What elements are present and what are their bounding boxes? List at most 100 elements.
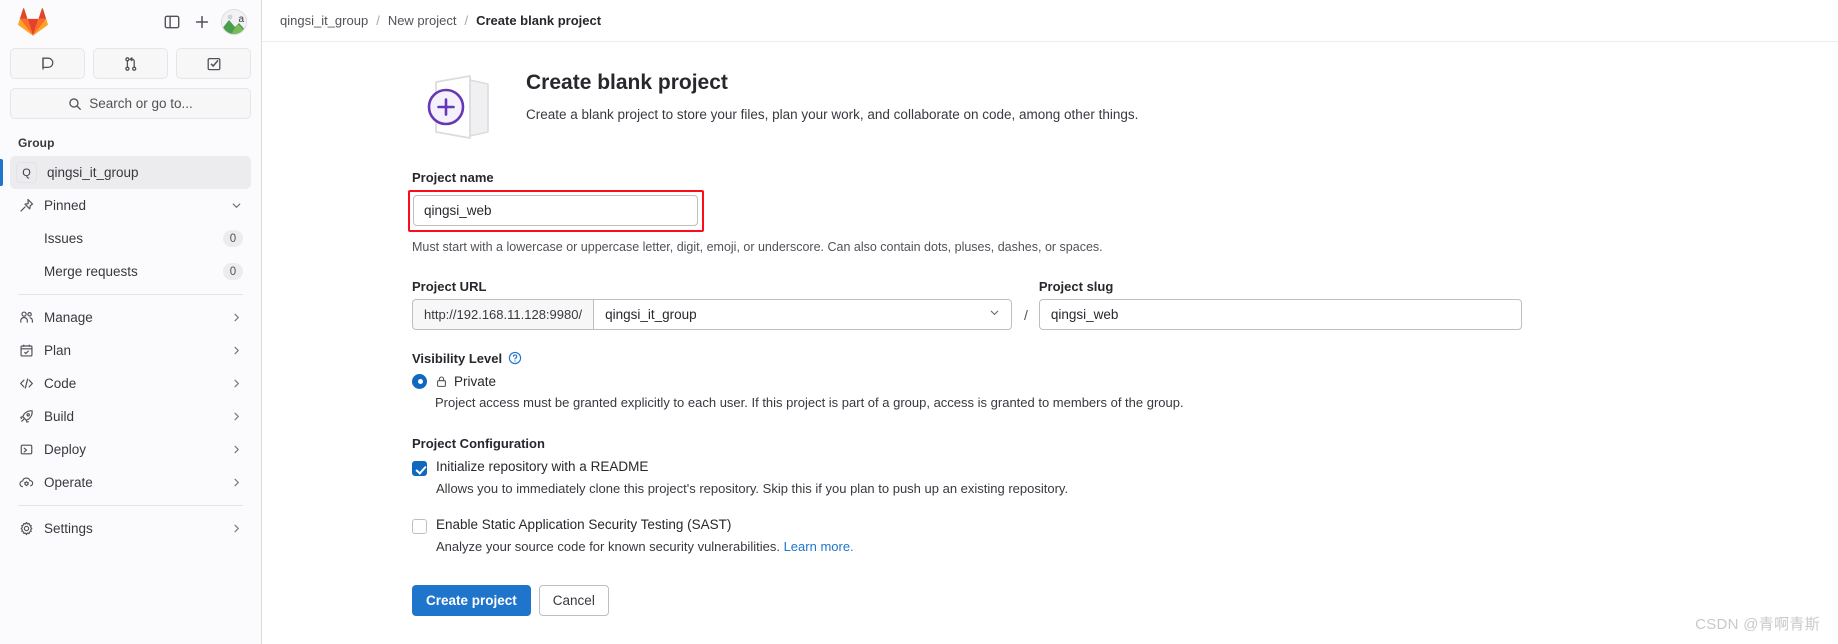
chevron-right-icon <box>230 443 243 456</box>
sidebar-item-plan[interactable]: Plan <box>10 334 251 367</box>
visibility-private-radio[interactable] <box>412 373 427 389</box>
sidebar-item-label: Deploy <box>44 442 87 457</box>
project-name-highlight-box <box>408 190 704 232</box>
primary-sidebar: a Search or go to... Group Q qingsi_it_g… <box>0 0 262 644</box>
search-placeholder: Search or go to... <box>89 96 193 111</box>
sidebar-item-label: Build <box>44 409 75 424</box>
sidebar-item-label: Operate <box>44 475 93 490</box>
project-name-label: Project name <box>412 170 494 185</box>
pin-icon <box>18 198 34 214</box>
sast-label[interactable]: Enable Static Application Security Testi… <box>436 517 731 532</box>
page-header-text: Create blank project Create a blank proj… <box>526 64 1138 125</box>
page-content: Create blank project Create a blank proj… <box>262 42 1838 644</box>
create-project-button[interactable]: Create project <box>412 585 531 617</box>
sast-option-row[interactable]: Enable Static Application Security Testi… <box>412 517 1522 535</box>
sidebar-item-code[interactable]: Code <box>10 367 251 400</box>
rocket-icon <box>18 409 34 425</box>
watermark: CSDN @青啊青斯 <box>1695 616 1820 633</box>
readme-option-row[interactable]: Initialize repository with a README <box>412 459 1522 477</box>
sidebar-item-label: Manage <box>44 310 93 325</box>
sidebar-item-operate[interactable]: Operate <box>10 466 251 499</box>
svg-text:a: a <box>239 14 245 25</box>
sidebar-item-build[interactable]: Build <box>10 400 251 433</box>
project-url-field: Project URL http://192.168.11.128:9980/ … <box>412 279 1012 330</box>
visibility-private-row[interactable]: Private <box>412 373 1522 389</box>
sast-learn-more-link[interactable]: Learn more. <box>784 539 854 554</box>
sidebar-item-label: Merge requests <box>44 264 138 279</box>
project-url-row: Project URL http://192.168.11.128:9980/ … <box>412 279 1522 330</box>
sidebar-item-pinned[interactable]: Pinned <box>10 189 251 222</box>
merge-requests-icon[interactable] <box>93 48 168 79</box>
form-actions: Create project Cancel <box>412 585 1522 617</box>
project-name-input[interactable] <box>413 195 698 226</box>
breadcrumb-separator: / <box>376 13 380 28</box>
sidebar-item-deploy[interactable]: Deploy <box>10 433 251 466</box>
project-slug-label: Project slug <box>1038 278 1114 294</box>
cloud-gear-icon <box>18 475 34 491</box>
visibility-level-text: Visibility Level <box>412 350 503 366</box>
breadcrumb-item-group[interactable]: qingsi_it_group <box>280 13 368 28</box>
sidebar-item-settings[interactable]: Settings <box>10 512 251 545</box>
sidebar-item-merge-requests[interactable]: Merge requests 0 <box>10 255 251 288</box>
project-configuration-block: Project Configuration Initialize reposit… <box>412 436 1522 557</box>
sidebar-item-group[interactable]: Q qingsi_it_group <box>0 156 251 189</box>
url-slug-separator: / <box>1024 306 1028 323</box>
blank-project-illustration-icon <box>427 75 489 139</box>
chevron-right-icon <box>230 410 243 423</box>
sidebar-item-label: qingsi_it_group <box>47 165 139 180</box>
calendar-icon <box>18 343 34 359</box>
project-url-prefix: http://192.168.11.128:9980/ <box>412 298 594 330</box>
project-slug-field: Project slug <box>1038 278 1522 330</box>
toggle-sidebar-icon[interactable] <box>157 7 187 37</box>
chevron-right-icon <box>230 311 243 324</box>
breadcrumb-item-current: Create blank project <box>476 13 602 28</box>
readme-label[interactable]: Initialize repository with a README <box>436 459 648 474</box>
chevron-right-icon <box>230 377 243 390</box>
gitlab-new-project-page: a Search or go to... Group Q qingsi_it_g… <box>0 0 1838 644</box>
sidebar-item-label: Settings <box>44 521 93 536</box>
gear-icon <box>18 521 34 537</box>
page-title: Create blank project <box>526 71 728 94</box>
sidebar-item-manage[interactable]: Manage <box>10 301 251 334</box>
todos-icon[interactable] <box>176 48 251 79</box>
chevron-right-icon <box>230 522 243 535</box>
readme-checkbox[interactable] <box>412 461 427 477</box>
main-content: qingsi_it_group / New project / Create b… <box>262 0 1838 644</box>
sidebar-item-label: Code <box>44 376 77 391</box>
page-subtitle: Create a blank project to store your fil… <box>526 107 1139 123</box>
project-slug-input[interactable] <box>1038 298 1522 330</box>
cancel-button[interactable]: Cancel <box>538 585 609 617</box>
issues-icon[interactable] <box>10 48 85 79</box>
sast-checkbox[interactable] <box>412 519 427 535</box>
project-namespace-value: qingsi_it_group <box>605 306 697 322</box>
sidebar-section-label: Group <box>18 136 55 150</box>
chevron-down-icon <box>230 199 243 212</box>
visibility-private-label[interactable]: Private <box>435 374 496 389</box>
question-circle-icon[interactable] <box>508 351 522 365</box>
chevron-down-icon <box>988 306 1001 322</box>
project-url-label: Project URL <box>412 278 487 294</box>
avatar-image: a <box>222 10 246 34</box>
avatar[interactable]: a <box>221 9 247 35</box>
issues-count-badge: 0 <box>223 230 243 247</box>
sidebar-item-issues[interactable]: Issues 0 <box>10 222 251 255</box>
group-avatar: Q <box>16 162 37 183</box>
visibility-private-text: Private <box>454 373 497 389</box>
breadcrumb: qingsi_it_group / New project / Create b… <box>262 0 1838 42</box>
project-name-hint: Must start with a lowercase or uppercase… <box>412 240 1103 254</box>
sidebar-nav: Q qingsi_it_group Pinned Issues 0 Merge … <box>0 156 251 545</box>
project-namespace-select[interactable]: qingsi_it_group <box>593 298 1012 330</box>
lock-icon <box>435 375 448 388</box>
chevron-right-icon <box>230 476 243 489</box>
gitlab-logo-icon <box>18 8 48 36</box>
search-icon <box>69 97 82 110</box>
new-item-icon[interactable] <box>187 7 217 37</box>
merge-requests-count-badge: 0 <box>223 263 243 280</box>
breadcrumb-separator: / <box>464 13 469 28</box>
sidebar-header: a <box>10 0 251 44</box>
sidebar-divider <box>18 505 243 506</box>
project-configuration-label: Project Configuration <box>412 436 1522 451</box>
search-input[interactable]: Search or go to... <box>10 88 251 119</box>
visibility-level-label: Visibility Level <box>412 351 1522 366</box>
breadcrumb-item-new-project[interactable]: New project <box>388 13 457 28</box>
